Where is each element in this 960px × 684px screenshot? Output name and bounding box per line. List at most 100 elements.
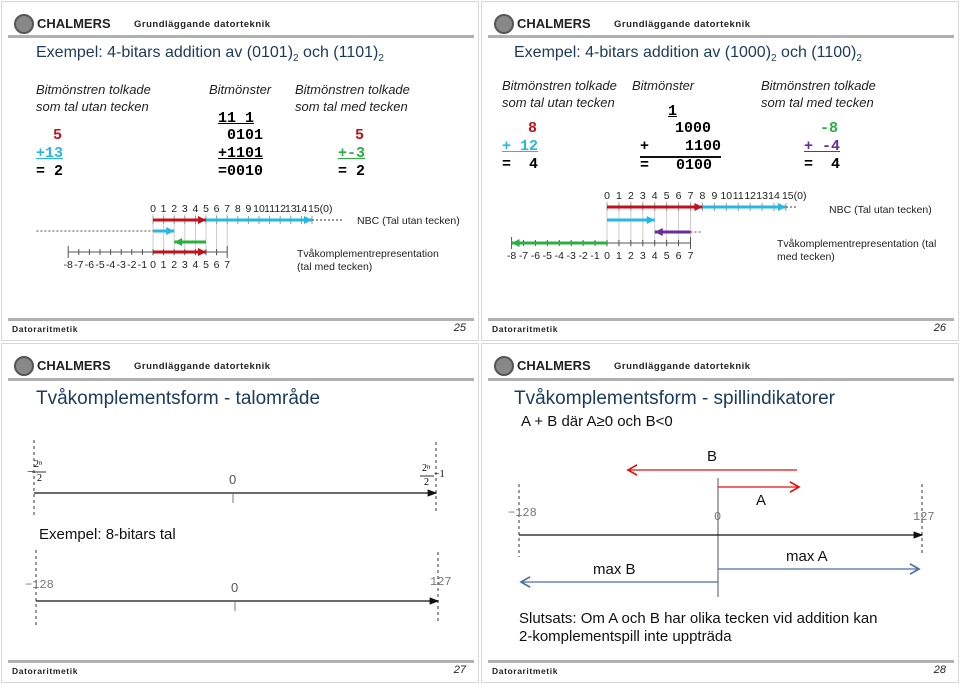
bottom-tick-label: 4 bbox=[192, 259, 198, 271]
bottom-tick-label: -3 bbox=[117, 259, 126, 271]
min-denominator: 2 bbox=[37, 473, 42, 484]
a-label: A bbox=[756, 492, 767, 509]
max-b-label: max B bbox=[593, 561, 636, 578]
page-number: 25 bbox=[453, 322, 466, 334]
bottom-tick-label: 0 bbox=[604, 250, 610, 262]
a-arrow-unsigned-head bbox=[694, 203, 703, 211]
twos-complement-label: Tvåkomplementrepresentation (tal med teck… bbox=[297, 248, 439, 273]
min-value: −128 bbox=[508, 506, 537, 520]
bottom-tick-label: 7 bbox=[688, 250, 694, 262]
top-tick-label: 6 bbox=[214, 203, 220, 215]
bottom-tick-label: 4 bbox=[652, 250, 658, 262]
top-tick-label: 8 bbox=[235, 203, 241, 215]
max-denominator: 2 bbox=[424, 477, 429, 488]
top-tick-label: 10 bbox=[720, 190, 732, 202]
bottom-tick-label: -7 bbox=[74, 259, 83, 271]
top-tick-label: 15(0) bbox=[308, 203, 333, 215]
bottom-tick-label: -8 bbox=[507, 250, 516, 262]
bottom-tick-label: 3 bbox=[640, 250, 646, 262]
top-tick-label: 5 bbox=[203, 203, 209, 215]
bottom-tick-label: 2 bbox=[628, 250, 634, 262]
bottom-tick-label: 7 bbox=[224, 259, 230, 271]
nbc-bar-head bbox=[777, 203, 786, 211]
top-tick-label: 3 bbox=[182, 203, 188, 215]
max-a-label: max A bbox=[786, 548, 828, 565]
minus3-arrow-head bbox=[174, 238, 183, 246]
page-number: 27 bbox=[453, 664, 466, 676]
number-line-diagram: 0123456789101112131415(0)-8-7-6-5-4-3-2-… bbox=[36, 203, 344, 271]
slide-26: CHALMERS Grundläggande datorteknik Exemp… bbox=[481, 1, 959, 341]
bottom-tick-label: -1 bbox=[590, 250, 599, 262]
footer-text: Datoraritmetik bbox=[492, 666, 559, 676]
min-numerator: 2ⁿ bbox=[34, 459, 43, 470]
footer-divider bbox=[488, 318, 954, 321]
page-number: 26 bbox=[933, 322, 946, 334]
twos-complement-label: Tvåkomplementrepresentation (tal med teck… bbox=[777, 238, 937, 263]
max-numerator: 2ⁿ bbox=[422, 463, 431, 474]
top-tick-label: 3 bbox=[640, 190, 646, 202]
bottom-tick-label: -8 bbox=[64, 259, 73, 271]
max-suffix: −1 bbox=[434, 469, 445, 480]
minus4-arrow-head bbox=[654, 228, 663, 236]
range-diagram bbox=[32, 440, 440, 625]
top-tick-label: 14 bbox=[768, 190, 780, 202]
zero-label: 0 bbox=[229, 472, 237, 487]
max-value: 127 bbox=[430, 575, 452, 589]
bottom-tick-label: -5 bbox=[95, 259, 104, 271]
top-tick-label: 4 bbox=[192, 203, 198, 215]
sum-arrow-signed-head bbox=[198, 248, 206, 256]
number-line-diagram: 0123456789101112131415(0)-8-7-6-5-4-3-2-… bbox=[507, 190, 807, 262]
top-tick-label: 1 bbox=[161, 203, 167, 215]
min-value: −128 bbox=[25, 578, 54, 592]
top-tick-label: 5 bbox=[664, 190, 670, 202]
bottom-tick-label: 2 bbox=[171, 259, 177, 271]
nbc-label: NBC (Tal utan tecken) bbox=[829, 204, 932, 216]
bottom-tick-label: 3 bbox=[182, 259, 188, 271]
bottom-tick-label: 0 bbox=[150, 259, 156, 271]
bottom-tick-label: 6 bbox=[676, 250, 682, 262]
top-tick-label: 11 bbox=[733, 190, 744, 202]
minus8-arrow-head bbox=[511, 239, 520, 247]
footer-divider bbox=[8, 660, 474, 663]
bottom-tick-label: -7 bbox=[519, 250, 528, 262]
top-tick-label: 7 bbox=[224, 203, 230, 215]
bottom-tick-label: -2 bbox=[578, 250, 587, 262]
bottom-tick-label: 5 bbox=[664, 250, 670, 262]
top-tick-label: 14 bbox=[296, 203, 308, 215]
top-tick-label: 1 bbox=[616, 190, 622, 202]
slide-28: CHALMERS Grundläggande datorteknik Tvåko… bbox=[481, 343, 959, 683]
top-tick-label: 2 bbox=[628, 190, 634, 202]
top-tick-label: 9 bbox=[711, 190, 717, 202]
bottom-tick-label: -6 bbox=[531, 250, 540, 262]
max-value: 127 bbox=[913, 510, 935, 524]
bottom-tick-label: -2 bbox=[127, 259, 136, 271]
bottom-tick-label: 1 bbox=[161, 259, 167, 271]
result-arrow-head bbox=[646, 216, 655, 224]
top-tick-label: 9 bbox=[245, 203, 251, 215]
bottom-tick-label: -4 bbox=[555, 250, 564, 262]
footer-divider bbox=[8, 318, 474, 321]
top-tick-label: 8 bbox=[700, 190, 706, 202]
top-tick-label: 0 bbox=[150, 203, 156, 215]
top-tick-label: 15(0) bbox=[782, 190, 807, 202]
bottom-tick-label: 1 bbox=[616, 250, 622, 262]
top-tick-label: 7 bbox=[688, 190, 694, 202]
footer-text: Datoraritmetik bbox=[492, 324, 559, 334]
bottom-tick-label: 5 bbox=[203, 259, 209, 271]
b-label: B bbox=[707, 448, 718, 465]
footer-text: Datoraritmetik bbox=[12, 324, 79, 334]
top-tick-label: 12 bbox=[744, 190, 756, 202]
top-tick-label: 2 bbox=[171, 203, 177, 215]
zero-value: 0 bbox=[714, 510, 722, 524]
zero-label: 0 bbox=[231, 580, 239, 595]
example-heading: Exempel: 8-bitars tal bbox=[39, 526, 176, 543]
bottom-tick-label: 6 bbox=[214, 259, 220, 271]
top-tick-label: 0 bbox=[604, 190, 610, 202]
nbc-label: NBC (Tal utan tecken) bbox=[357, 215, 460, 227]
slide-27: CHALMERS Grundläggande datorteknik Tvåko… bbox=[1, 343, 479, 683]
result-arrow-head bbox=[166, 227, 175, 235]
bottom-tick-label: -1 bbox=[138, 259, 147, 271]
nbc-bar-head bbox=[304, 216, 312, 224]
page-number: 28 bbox=[933, 664, 946, 676]
bottom-tick-label: -6 bbox=[85, 259, 94, 271]
